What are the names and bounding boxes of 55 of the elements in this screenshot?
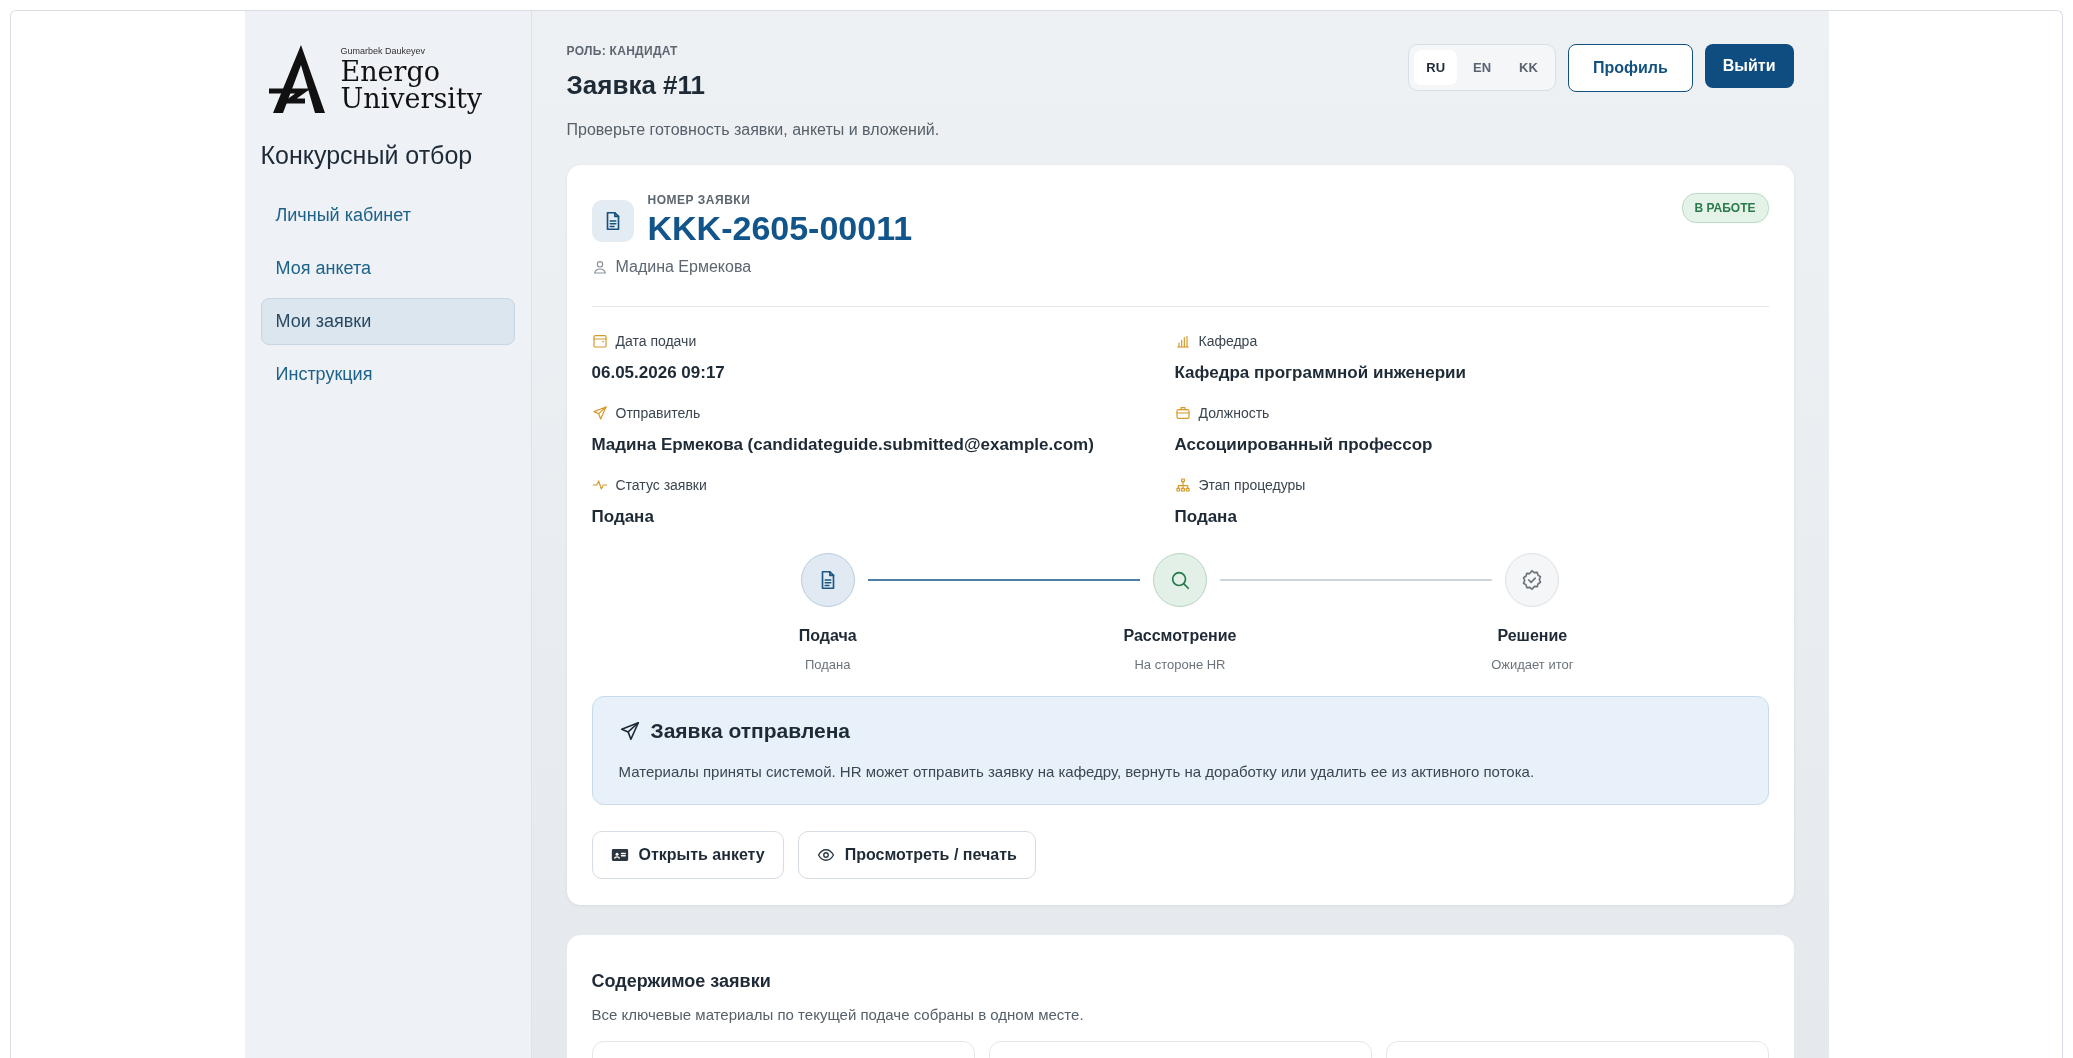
notice-text: Материалы приняты системой. HR может отправить заявку на кафедру, вернуть на доработку или удалить ее из активного потока. xyxy=(618,763,1536,780)
field-label: Дата подачи xyxy=(615,333,697,349)
step-subtitle: Подана xyxy=(804,657,851,672)
step-subtitle: Ожидает итог xyxy=(1491,657,1574,672)
field-label: Статус заявки xyxy=(615,477,707,493)
step-title: Решение xyxy=(1497,627,1568,645)
paper-plane-icon xyxy=(591,405,608,421)
number-label: НОМЕР ЗАЯВКИ xyxy=(647,193,752,207)
badge-check-icon xyxy=(1521,569,1544,591)
eye-icon xyxy=(816,846,835,864)
notice-title: Заявка отправлена xyxy=(650,719,851,743)
field-value: Кафедра программной инженерии xyxy=(1174,363,1467,383)
step-title: Подача xyxy=(798,627,857,645)
logo-caption: Gumarbek Daukeyev xyxy=(340,46,427,56)
bar-chart-icon xyxy=(1174,333,1191,349)
briefcase-icon xyxy=(1174,405,1191,421)
application-number: KKK-2605-00011 xyxy=(647,209,913,248)
sidebar-title: Конкурсный отбор xyxy=(260,141,474,170)
section-subtitle: Все ключевые материалы по текущей подаче собраны в одном месте. xyxy=(591,1006,1085,1023)
logo-text: Energo xyxy=(340,57,442,85)
page-title: Заявка #11 xyxy=(566,70,706,101)
field-value: Подана xyxy=(591,507,655,527)
language-option[interactable]: EN xyxy=(1461,50,1504,85)
language-option[interactable]: RU xyxy=(1414,50,1458,85)
field-value: 06.05.2026 09:17 xyxy=(591,363,726,383)
sidebar-item[interactable]: Мои заявки xyxy=(260,298,515,345)
field-label: Должность xyxy=(1198,405,1270,421)
pulse-icon xyxy=(591,477,608,493)
profile-button[interactable]: Профиль xyxy=(1567,44,1693,92)
hierarchy-icon xyxy=(1174,477,1191,493)
page-subtitle: Проверьте готовность заявки, анкеты и вложений. xyxy=(566,121,941,139)
role-label: РОЛЬ: КАНДИДАТ xyxy=(566,44,679,58)
applicant-name: Мадина Ермекова xyxy=(615,258,752,276)
action-button[interactable]: Просмотреть / печать xyxy=(797,831,1036,879)
action-button[interactable]: Открыть анкету xyxy=(591,831,784,879)
field-label: Этап процедуры xyxy=(1198,477,1306,493)
logout-button[interactable]: Выйти xyxy=(1704,44,1794,88)
field-value: Ассоциированный профессор xyxy=(1174,435,1434,455)
person-icon xyxy=(591,259,608,275)
field-label: Кафедра xyxy=(1198,333,1258,349)
id-card-icon xyxy=(610,846,629,864)
paper-plane-icon xyxy=(618,720,641,742)
calendar-icon xyxy=(591,333,608,349)
field-label: Отправитель xyxy=(615,405,701,421)
language-option[interactable]: KK xyxy=(1507,50,1550,85)
sidebar-item[interactable]: Моя анкета xyxy=(260,245,515,292)
status-badge: В РАБОТЕ xyxy=(1681,193,1769,223)
step-subtitle: На стороне HR xyxy=(1134,657,1226,672)
field-value: Мадина Ермекова (candidateguide.submitted@example.com) xyxy=(591,435,1095,455)
sidebar-item[interactable]: Инструкция xyxy=(260,351,515,398)
field-value: Подана xyxy=(1174,507,1238,527)
step-title: Рассмотрение xyxy=(1123,627,1237,645)
sidebar-item[interactable]: Личный кабинет xyxy=(260,192,515,239)
section-title: Содержимое заявки xyxy=(591,971,772,992)
search-icon xyxy=(1169,569,1191,591)
